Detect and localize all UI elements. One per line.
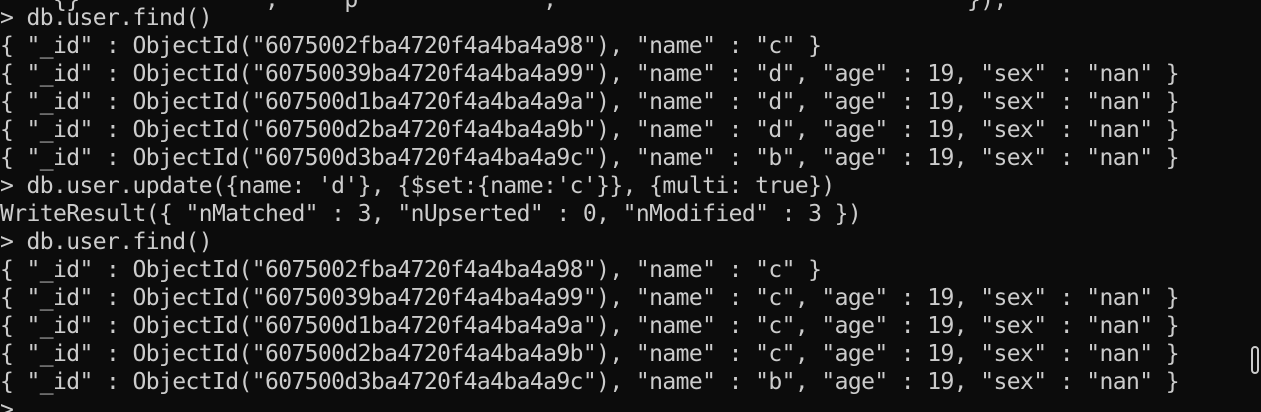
terminal-line-write-result: WriteResult({ "nMatched" : 3, "nUpserted…: [0, 201, 862, 227]
terminal-line-result: { "_id" : ObjectId("60750039ba4720f4a4ba…: [0, 61, 1180, 87]
terminal-line-result: { "_id" : ObjectId("607500d3ba4720f4a4ba…: [0, 145, 1180, 171]
terminal-line-result: { "_id" : ObjectId("6075002fba4720f4a4ba…: [0, 33, 822, 59]
terminal-line-command-find: > db.user.find(): [0, 229, 213, 255]
terminal-line-command-find: > db.user.find(): [0, 5, 213, 31]
terminal-prompt[interactable]: >: [0, 396, 1261, 412]
terminal-line-result: { "_id" : ObjectId("6075002fba4720f4a4ba…: [0, 257, 822, 283]
terminal-line-result: { "_id" : ObjectId("607500d3ba4720f4a4ba…: [0, 369, 1180, 395]
terminal-line-result: { "_id" : ObjectId("60750039ba4720f4a4ba…: [0, 285, 1180, 311]
terminal-line-result: { "_id" : ObjectId("607500d2ba4720f4a4ba…: [0, 117, 1180, 143]
terminal-window[interactable]: {} , p , }), > db.user.find() { "_id" : …: [0, 0, 1261, 412]
scroll-indicator-icon[interactable]: [1251, 346, 1259, 374]
terminal-line-result: { "_id" : ObjectId("607500d2ba4720f4a4ba…: [0, 341, 1180, 367]
terminal-line-command-update: > db.user.update({name: 'd'}, {$set:{nam…: [0, 173, 835, 199]
terminal-line-result: { "_id" : ObjectId("607500d1ba4720f4a4ba…: [0, 313, 1180, 339]
terminal-output: > db.user.find() { "_id" : ObjectId("607…: [0, 4, 1261, 412]
terminal-line-result: { "_id" : ObjectId("607500d1ba4720f4a4ba…: [0, 89, 1180, 115]
